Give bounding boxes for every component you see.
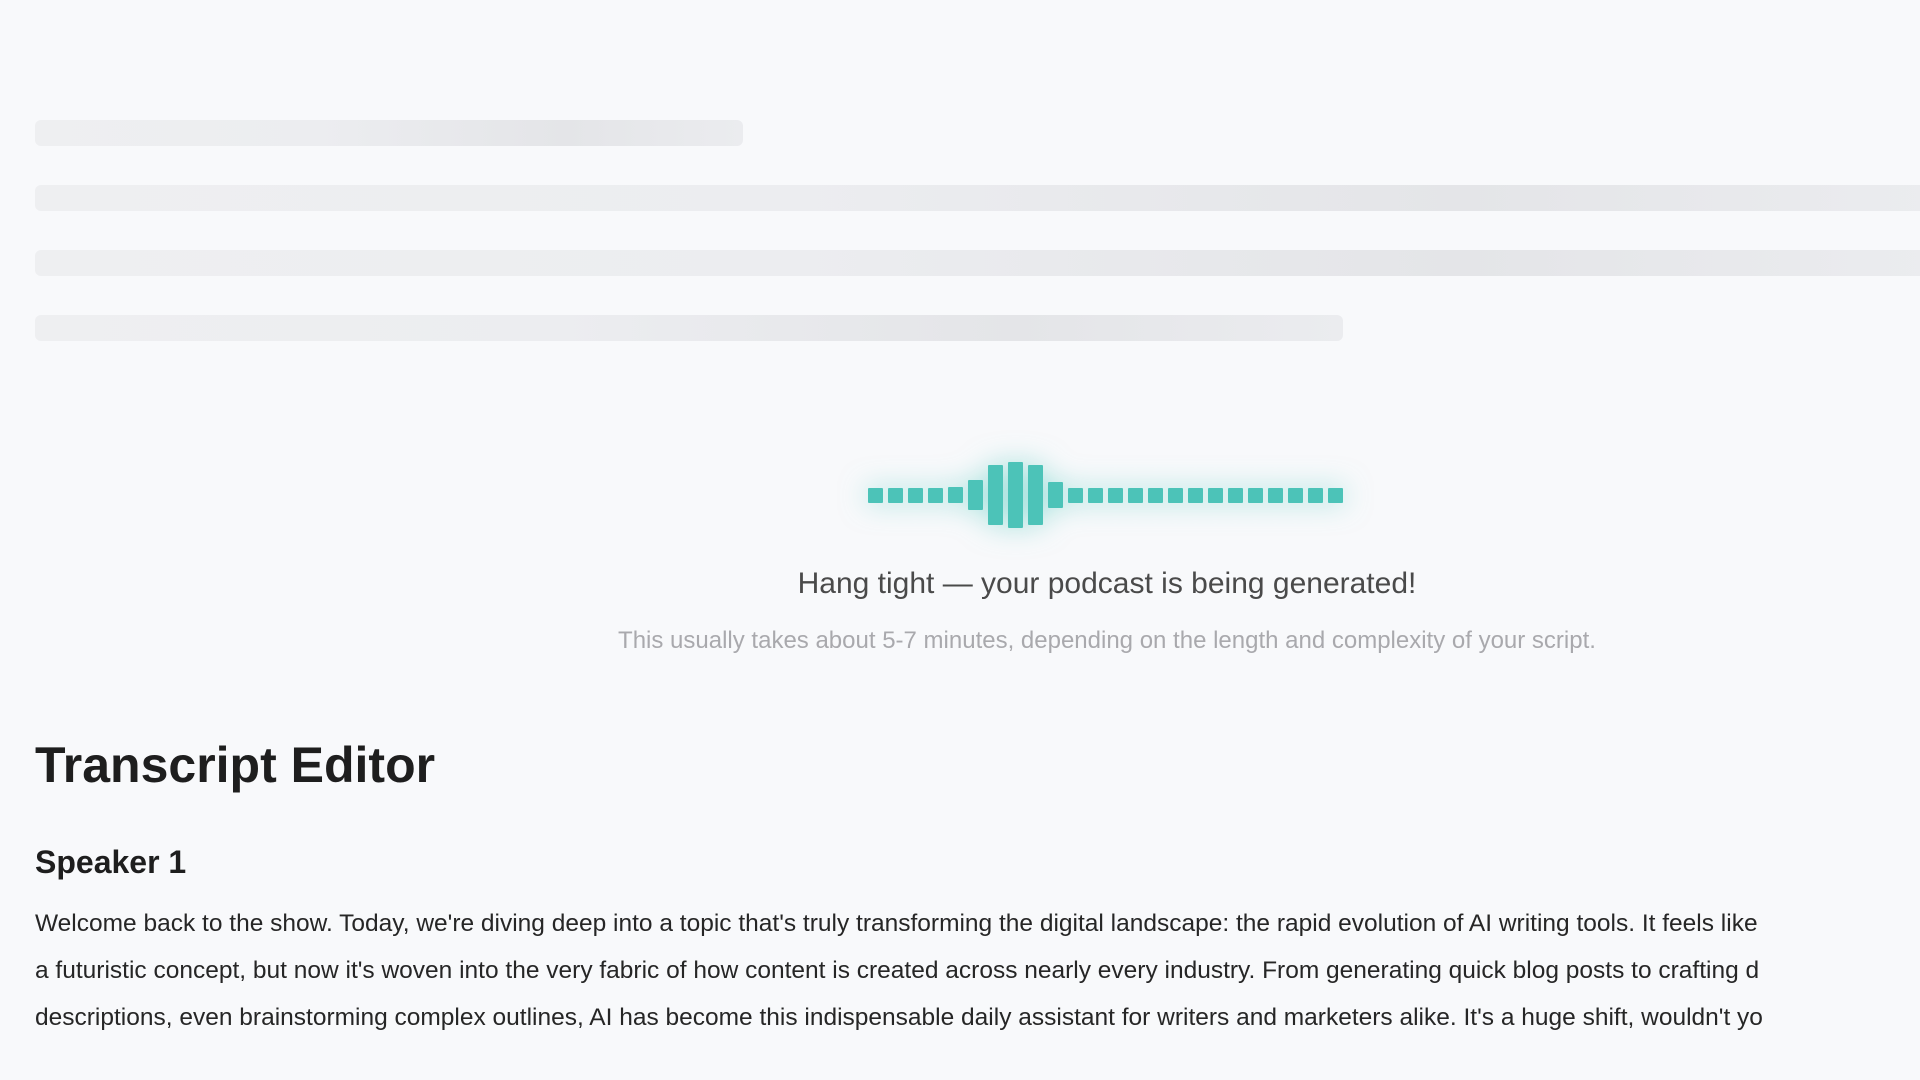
waveform-bar	[1028, 465, 1043, 525]
skeleton-line	[35, 315, 1343, 341]
audio-waveform-icon	[868, 460, 1348, 530]
skeleton-line	[35, 250, 1920, 276]
waveform-bar	[1228, 487, 1243, 503]
generation-status-subtitle: This usually takes about 5-7 minutes, de…	[618, 627, 1596, 654]
waveform-bar	[888, 487, 903, 503]
skeleton-line	[35, 185, 1920, 211]
waveform-bar	[1088, 487, 1103, 503]
loading-skeleton	[0, 0, 1920, 400]
speaker-label: Speaker 1	[35, 844, 187, 880]
transcript-editor: Transcript Editor Speaker 1 Welcome back…	[35, 730, 1920, 1041]
generation-status: Hang tight — your podcast is being gener…	[0, 430, 1920, 680]
waveform-bar	[1148, 487, 1163, 503]
podcast-generation-page: Hang tight — your podcast is being gener…	[0, 0, 1920, 1080]
page-title: Transcript Editor	[35, 737, 436, 793]
waveform-bar	[1268, 487, 1283, 503]
waveform-bar	[1308, 487, 1323, 503]
transcript-line: Welcome back to the show. Today, we're d…	[35, 910, 1758, 937]
transcript-text[interactable]: Welcome back to the show. Today, we're d…	[35, 900, 1920, 1041]
waveform-bar	[1068, 487, 1083, 503]
waveform-bar	[868, 487, 883, 503]
waveform-bar	[1328, 487, 1343, 503]
waveform-bar	[948, 487, 963, 503]
waveform-bar	[1008, 462, 1023, 528]
waveform-bar	[1108, 487, 1123, 503]
waveform-bar	[908, 487, 923, 503]
generation-status-title: Hang tight — your podcast is being gener…	[797, 567, 1417, 600]
waveform-bar	[1128, 487, 1143, 503]
waveform-bar	[968, 480, 983, 510]
waveform-bar	[1288, 487, 1303, 503]
transcript-line: a futuristic concept, but now it's woven…	[35, 957, 1760, 984]
waveform-bar	[988, 465, 1003, 525]
skeleton-line	[35, 120, 743, 146]
waveform-bar	[1188, 487, 1203, 503]
waveform-bar	[1208, 487, 1223, 503]
waveform-bar	[1168, 487, 1183, 503]
waveform-bar	[1248, 487, 1263, 503]
waveform-bar	[1048, 482, 1063, 508]
transcript-line: descriptions, even brainstorming complex…	[35, 1004, 1763, 1031]
waveform-bar	[928, 487, 943, 503]
